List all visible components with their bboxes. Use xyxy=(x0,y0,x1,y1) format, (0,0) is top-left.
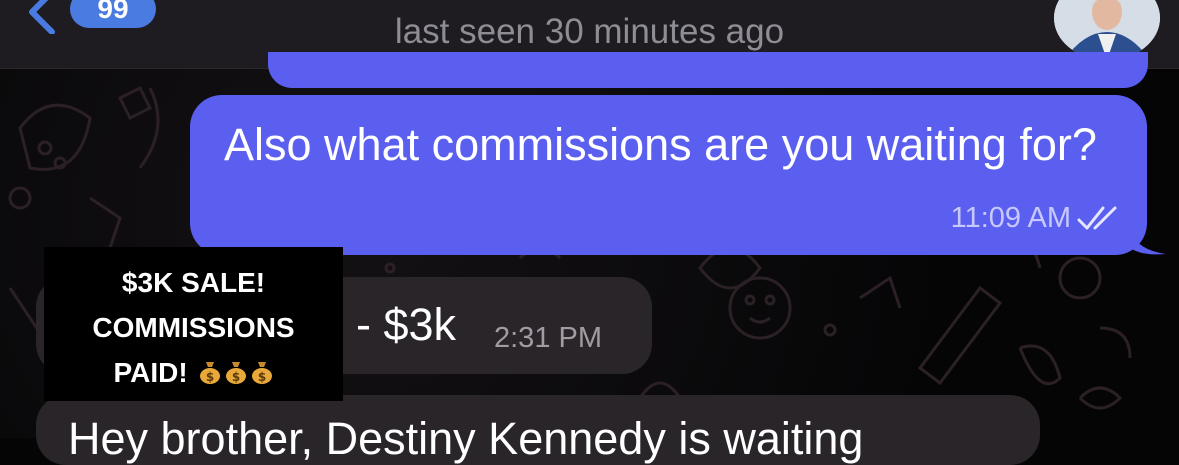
bubble-tail xyxy=(1130,226,1166,255)
sale-caption-overlay: $3K SALE! COMMISSIONS PAID! $ $ $ xyxy=(44,247,343,401)
svg-text:$: $ xyxy=(232,370,240,384)
incoming-message-bubble[interactable]: Hey brother, Destiny Kennedy is waiting xyxy=(36,395,1040,465)
message-text: - $3k xyxy=(356,299,457,350)
message-text: Hey brother, Destiny Kennedy is waiting xyxy=(68,413,864,464)
money-bag-icon: $ xyxy=(200,362,221,384)
caption-line: PAID! xyxy=(113,357,188,388)
caption-line-with-icons: PAID! $ $ $ xyxy=(44,350,343,395)
outgoing-message-bubble[interactable]: Also what commissions are you waiting fo… xyxy=(190,95,1147,255)
svg-text:$: $ xyxy=(258,370,266,384)
message-text: Also what commissions are you waiting fo… xyxy=(224,119,1097,170)
message-time: 11:09 AM xyxy=(950,202,1071,234)
previous-outgoing-bubble xyxy=(268,52,1148,88)
message-time: 2:31 PM xyxy=(494,322,602,354)
message-meta: 11:09 AM xyxy=(951,201,1121,235)
last-seen-status: last seen 30 minutes ago xyxy=(394,12,785,51)
double-check-icon xyxy=(1077,206,1117,230)
svg-text:$: $ xyxy=(206,370,214,384)
money-bag-icon: $ xyxy=(252,362,273,384)
caption-line: $3K SALE! xyxy=(121,267,266,298)
caption-line: COMMISSIONS xyxy=(92,312,295,343)
caption-text: $3K SALE! COMMISSIONS PAID! $ $ $ xyxy=(44,260,343,395)
money-bag-icon: $ xyxy=(226,362,247,384)
